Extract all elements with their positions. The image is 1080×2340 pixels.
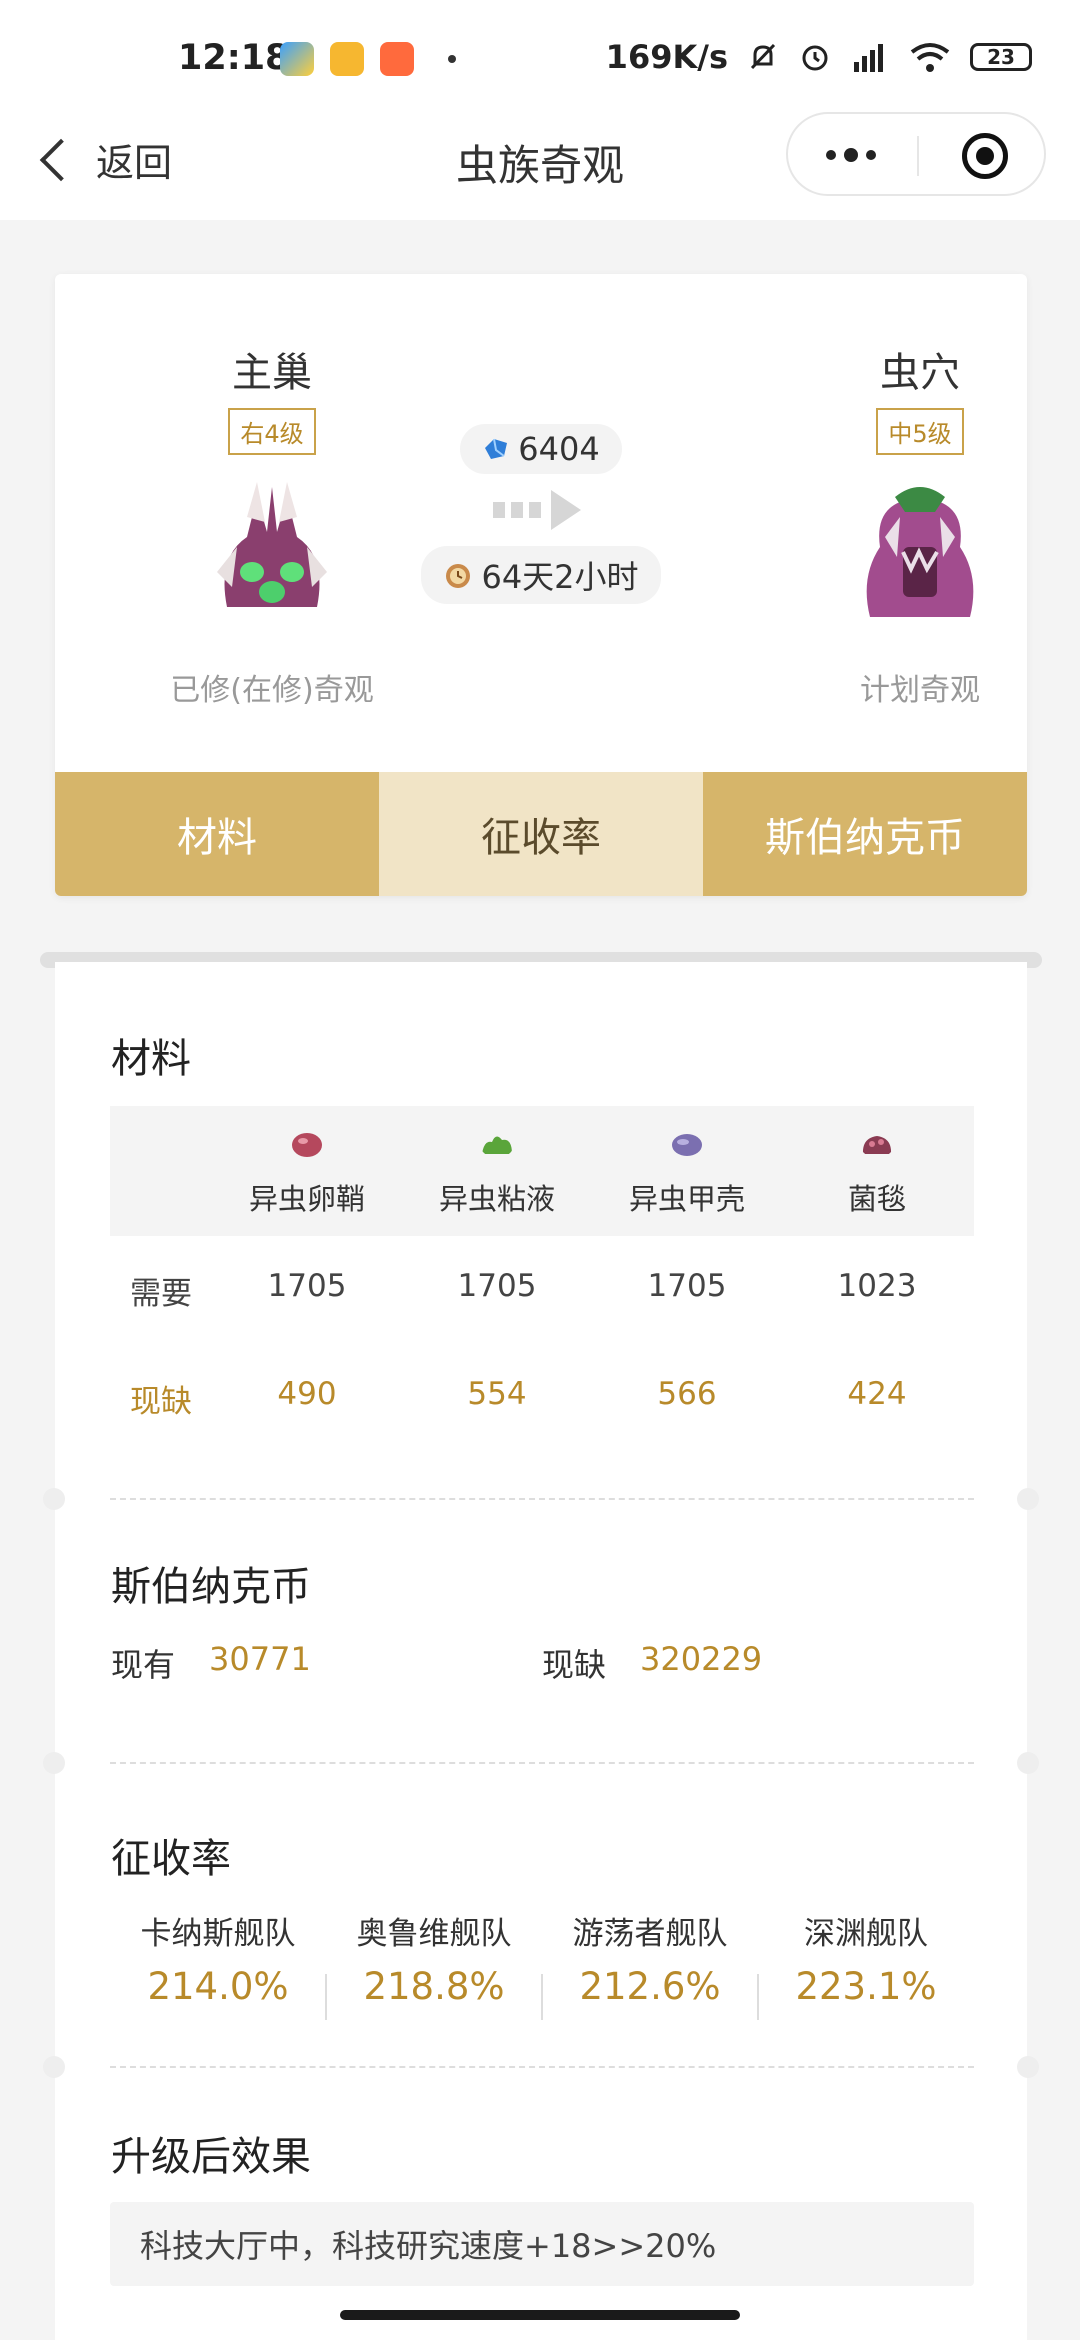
status-time: 12:18 xyxy=(178,38,290,78)
materials-title: 材料 xyxy=(111,1036,191,1082)
fleet-rate: 218.8% xyxy=(363,1965,505,2008)
mi-store-icon xyxy=(380,42,414,76)
battery-level: 23 xyxy=(987,45,1015,69)
zerg-slime-icon xyxy=(482,1136,512,1154)
divider-notch xyxy=(1017,1752,1039,1774)
fleet-rate: 212.6% xyxy=(579,1965,721,2008)
section-divider xyxy=(110,1498,974,1500)
wifi-icon xyxy=(910,43,950,72)
zerg-carapace-icon xyxy=(672,1134,702,1156)
rate-item: 卡纳斯舰队 214.0% xyxy=(110,1908,326,2008)
need-label: 需要 xyxy=(130,1276,192,1312)
more-icon[interactable] xyxy=(826,148,876,162)
target-level-badge: 中5级 xyxy=(876,408,964,455)
need-value: 1705 xyxy=(457,1268,537,1304)
coins-have-value: 30771 xyxy=(209,1640,311,1678)
fleet-rate: 214.0% xyxy=(147,1965,289,2008)
mute-bell-icon xyxy=(750,43,776,70)
coins-lack-value: 320229 xyxy=(640,1640,763,1678)
target-wonder: 虫穴 中5级 计划奇观 xyxy=(810,340,1027,709)
duration-pill: 64天2小时 xyxy=(421,546,661,604)
rates-title: 征收率 xyxy=(111,1836,231,1882)
upgrade-arrow-icon xyxy=(493,490,589,530)
rate-item: 奥鲁维舰队 218.8% xyxy=(326,1908,542,2008)
more-notifications-dot xyxy=(448,55,456,63)
battery-icon: 23 xyxy=(970,43,1032,71)
coins-have-label: 现有 xyxy=(111,1646,176,1684)
divider-notch xyxy=(43,1752,65,1774)
net-speed: 169K/s xyxy=(605,38,728,76)
divider-notch xyxy=(1017,1488,1039,1510)
materials-header: 异虫卵鞘 异虫粘液 异虫甲壳 菌毯 xyxy=(110,1106,974,1236)
fleet-name: 游荡者舰队 xyxy=(572,1916,728,1952)
fleet-name: 奥鲁维舰队 xyxy=(356,1916,512,1952)
status-bar: 12:18 169K/s 23 xyxy=(0,0,1080,112)
coins-title: 斯伯纳克币 xyxy=(111,1564,311,1610)
material-column: 异虫粘液 xyxy=(412,1106,582,1218)
target-wonder-name: 虫穴 xyxy=(880,350,960,396)
home-indicator[interactable] xyxy=(340,2310,740,2320)
material-column: 异虫甲壳 xyxy=(602,1106,772,1218)
crystal-cost-pill: 6404 xyxy=(460,424,622,474)
upgrade-cost: 6404 64天2小时 xyxy=(415,424,667,604)
detail-card: 材料 异虫卵鞘 异虫粘液 异虫甲壳 菌毯 需要 1705 1705 1705 1… xyxy=(43,962,1039,2340)
divider-notch xyxy=(1017,2056,1039,2078)
current-wonder: 主巢 右4级 已修(在修)奇观 xyxy=(162,340,382,709)
fleet-name: 深渊舰队 xyxy=(804,1916,928,1952)
lack-value: 424 xyxy=(847,1376,907,1412)
capsule-divider xyxy=(917,136,919,176)
alarm-icon xyxy=(802,45,828,71)
material-name: 异虫粘液 xyxy=(438,1182,555,1216)
tab-bar: 材料 征收率 斯伯纳克币 xyxy=(55,772,1027,896)
coins-lack-label: 现缺 xyxy=(542,1646,607,1684)
material-column: 异虫卵鞘 xyxy=(222,1106,392,1218)
upgrade-card: 主巢 右4级 已修(在修)奇观 6404 64天2小时 虫穴 中5级 计划奇观 … xyxy=(55,274,1027,896)
rate-item: 深渊舰队 223.1% xyxy=(758,1908,974,2008)
need-value: 1023 xyxy=(837,1268,917,1304)
need-value: 1705 xyxy=(267,1268,347,1304)
current-level-badge: 右4级 xyxy=(228,408,316,455)
effect-title: 升级后效果 xyxy=(111,2134,311,2180)
send-icon xyxy=(280,42,314,76)
zerg-egg-icon xyxy=(292,1133,322,1157)
target-wonder-caption: 计划奇观 xyxy=(860,673,980,708)
current-wonder-caption: 已修(在修)奇观 xyxy=(170,673,374,708)
section-divider xyxy=(110,2066,974,2068)
memo-icon xyxy=(330,42,364,76)
need-value: 1705 xyxy=(647,1268,727,1304)
effect-text: 科技大厅中，科技研究速度+18>>20% xyxy=(110,2202,974,2286)
tab-spernak-coin[interactable]: 斯伯纳克币 xyxy=(703,772,1027,896)
fleet-rate: 223.1% xyxy=(795,1965,937,2008)
fleet-name: 卡纳斯舰队 xyxy=(140,1916,296,1952)
material-column: 菌毯 xyxy=(792,1106,962,1218)
status-right: 169K/s 23 xyxy=(606,38,1032,76)
material-name: 异虫卵鞘 xyxy=(248,1182,365,1216)
crystal-icon xyxy=(485,438,508,459)
tab-tax-rate[interactable]: 征收率 xyxy=(379,772,703,896)
duration: 64天2小时 xyxy=(481,558,639,596)
lack-label: 现缺 xyxy=(130,1384,192,1420)
lack-value: 490 xyxy=(277,1376,337,1412)
miniprogram-capsule xyxy=(786,112,1046,196)
hive-building-icon xyxy=(217,482,327,607)
crystal-cost: 6404 xyxy=(518,430,600,468)
material-name: 菌毯 xyxy=(847,1182,906,1216)
lack-value: 566 xyxy=(657,1376,717,1412)
rate-item: 游荡者舰队 212.6% xyxy=(542,1908,758,2008)
nav-bar: 返回 虫族奇观 xyxy=(0,112,1080,220)
divider-notch xyxy=(43,2056,65,2078)
creep-icon xyxy=(862,1136,892,1154)
section-divider xyxy=(110,1762,974,1764)
divider-notch xyxy=(43,1488,65,1510)
lack-value: 554 xyxy=(467,1376,527,1412)
close-miniprogram-icon[interactable] xyxy=(962,133,1008,179)
material-name: 异虫甲壳 xyxy=(628,1182,745,1216)
signal-icon xyxy=(854,44,883,72)
tab-materials[interactable]: 材料 xyxy=(55,772,379,896)
clock-icon xyxy=(446,564,471,588)
current-wonder-name: 主巢 xyxy=(232,350,312,396)
lair-building-icon xyxy=(866,487,974,617)
notification-icons xyxy=(280,42,456,76)
